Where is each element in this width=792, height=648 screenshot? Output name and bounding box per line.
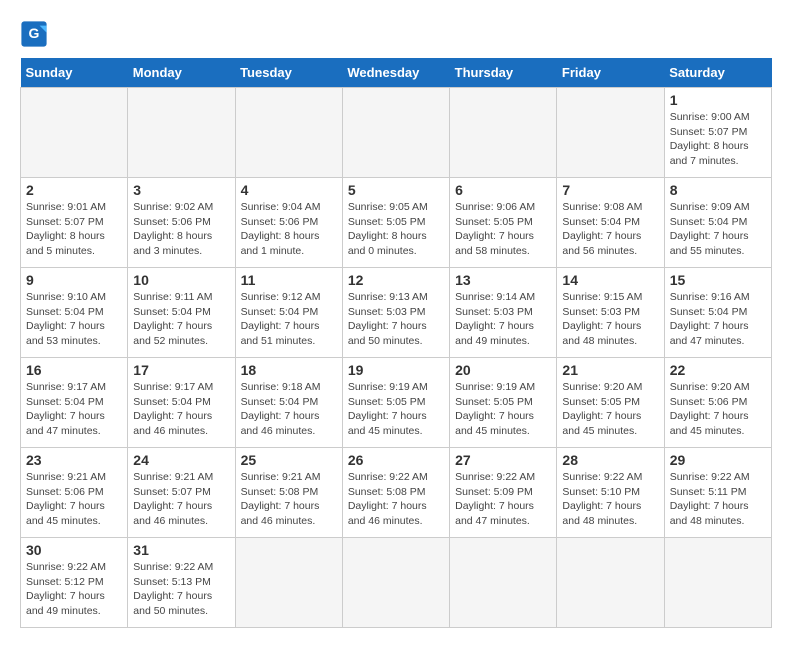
calendar-cell: 28Sunrise: 9:22 AMSunset: 5:10 PMDayligh… (557, 448, 664, 538)
calendar-cell: 6Sunrise: 9:06 AMSunset: 5:05 PMDaylight… (450, 178, 557, 268)
calendar-cell: 27Sunrise: 9:22 AMSunset: 5:09 PMDayligh… (450, 448, 557, 538)
calendar-cell: 25Sunrise: 9:21 AMSunset: 5:08 PMDayligh… (235, 448, 342, 538)
calendar-week-row: 9Sunrise: 9:10 AMSunset: 5:04 PMDaylight… (21, 268, 772, 358)
calendar-cell: 22Sunrise: 9:20 AMSunset: 5:06 PMDayligh… (664, 358, 771, 448)
calendar-cell (235, 88, 342, 178)
calendar-cell (235, 538, 342, 628)
calendar-cell: 23Sunrise: 9:21 AMSunset: 5:06 PMDayligh… (21, 448, 128, 538)
calendar-cell: 10Sunrise: 9:11 AMSunset: 5:04 PMDayligh… (128, 268, 235, 358)
calendar-cell: 9Sunrise: 9:10 AMSunset: 5:04 PMDaylight… (21, 268, 128, 358)
col-header-monday: Monday (128, 58, 235, 88)
col-header-saturday: Saturday (664, 58, 771, 88)
calendar-week-row: 16Sunrise: 9:17 AMSunset: 5:04 PMDayligh… (21, 358, 772, 448)
calendar-cell: 3Sunrise: 9:02 AMSunset: 5:06 PMDaylight… (128, 178, 235, 268)
page-header: G (20, 20, 772, 48)
calendar-cell: 29Sunrise: 9:22 AMSunset: 5:11 PMDayligh… (664, 448, 771, 538)
col-header-wednesday: Wednesday (342, 58, 449, 88)
calendar-cell: 19Sunrise: 9:19 AMSunset: 5:05 PMDayligh… (342, 358, 449, 448)
calendar-week-row: 30Sunrise: 9:22 AMSunset: 5:12 PMDayligh… (21, 538, 772, 628)
calendar-week-row: 23Sunrise: 9:21 AMSunset: 5:06 PMDayligh… (21, 448, 772, 538)
calendar-cell: 30Sunrise: 9:22 AMSunset: 5:12 PMDayligh… (21, 538, 128, 628)
svg-text:G: G (29, 25, 40, 41)
calendar-cell: 18Sunrise: 9:18 AMSunset: 5:04 PMDayligh… (235, 358, 342, 448)
calendar-cell: 20Sunrise: 9:19 AMSunset: 5:05 PMDayligh… (450, 358, 557, 448)
calendar-cell: 1Sunrise: 9:00 AMSunset: 5:07 PMDaylight… (664, 88, 771, 178)
calendar-cell: 7Sunrise: 9:08 AMSunset: 5:04 PMDaylight… (557, 178, 664, 268)
calendar-cell: 15Sunrise: 9:16 AMSunset: 5:04 PMDayligh… (664, 268, 771, 358)
calendar-cell: 24Sunrise: 9:21 AMSunset: 5:07 PMDayligh… (128, 448, 235, 538)
calendar-cell (128, 88, 235, 178)
calendar-header-row: SundayMondayTuesdayWednesdayThursdayFrid… (21, 58, 772, 88)
calendar-cell (342, 538, 449, 628)
calendar-cell: 8Sunrise: 9:09 AMSunset: 5:04 PMDaylight… (664, 178, 771, 268)
col-header-thursday: Thursday (450, 58, 557, 88)
calendar-cell: 13Sunrise: 9:14 AMSunset: 5:03 PMDayligh… (450, 268, 557, 358)
calendar-cell (21, 88, 128, 178)
calendar-week-row: 1Sunrise: 9:00 AMSunset: 5:07 PMDaylight… (21, 88, 772, 178)
calendar-cell: 21Sunrise: 9:20 AMSunset: 5:05 PMDayligh… (557, 358, 664, 448)
calendar-cell: 5Sunrise: 9:05 AMSunset: 5:05 PMDaylight… (342, 178, 449, 268)
logo: G (20, 20, 52, 48)
calendar-cell (664, 538, 771, 628)
calendar-cell (557, 538, 664, 628)
calendar-body: 1Sunrise: 9:00 AMSunset: 5:07 PMDaylight… (21, 88, 772, 628)
calendar-cell: 26Sunrise: 9:22 AMSunset: 5:08 PMDayligh… (342, 448, 449, 538)
calendar-cell (342, 88, 449, 178)
col-header-friday: Friday (557, 58, 664, 88)
calendar-cell (557, 88, 664, 178)
calendar-cell: 11Sunrise: 9:12 AMSunset: 5:04 PMDayligh… (235, 268, 342, 358)
calendar-cell: 16Sunrise: 9:17 AMSunset: 5:04 PMDayligh… (21, 358, 128, 448)
calendar-table: SundayMondayTuesdayWednesdayThursdayFrid… (20, 58, 772, 628)
calendar-cell: 31Sunrise: 9:22 AMSunset: 5:13 PMDayligh… (128, 538, 235, 628)
calendar-cell: 12Sunrise: 9:13 AMSunset: 5:03 PMDayligh… (342, 268, 449, 358)
calendar-cell: 17Sunrise: 9:17 AMSunset: 5:04 PMDayligh… (128, 358, 235, 448)
calendar-week-row: 2Sunrise: 9:01 AMSunset: 5:07 PMDaylight… (21, 178, 772, 268)
col-header-tuesday: Tuesday (235, 58, 342, 88)
calendar-cell: 14Sunrise: 9:15 AMSunset: 5:03 PMDayligh… (557, 268, 664, 358)
calendar-cell: 4Sunrise: 9:04 AMSunset: 5:06 PMDaylight… (235, 178, 342, 268)
calendar-cell (450, 88, 557, 178)
calendar-cell (450, 538, 557, 628)
col-header-sunday: Sunday (21, 58, 128, 88)
calendar-cell: 2Sunrise: 9:01 AMSunset: 5:07 PMDaylight… (21, 178, 128, 268)
logo-icon: G (20, 20, 48, 48)
